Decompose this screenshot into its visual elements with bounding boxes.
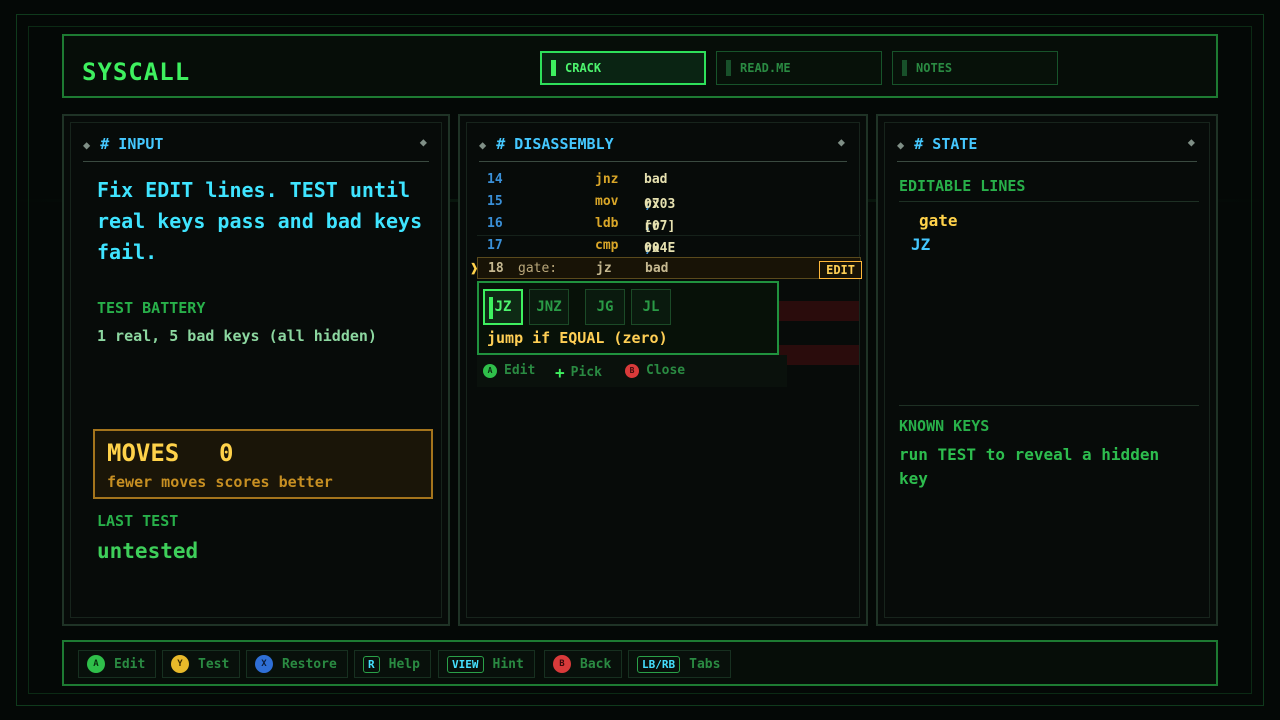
tab-indicator [551, 60, 556, 76]
tab-label: CRACK [565, 61, 602, 75]
plus-icon: + [555, 363, 565, 382]
opcode-description: jump if EQUAL (zero) [487, 329, 668, 347]
selection-bar [489, 297, 493, 319]
a-button-icon: A [87, 655, 105, 673]
line-number: 14 [487, 172, 503, 187]
diamond-icon: ◆ [897, 138, 905, 152]
x-button-icon: X [255, 655, 273, 673]
footer-test-button[interactable]: Y Test [162, 650, 241, 678]
footer-restore-button[interactable]: X Restore [246, 650, 348, 678]
code-line[interactable]: 15 mov r7, 0x03 [477, 191, 861, 213]
line-number: 15 [487, 194, 503, 209]
tab-crack[interactable]: CRACK [540, 51, 706, 85]
tab-label: READ.ME [740, 61, 791, 75]
state-panel-inner: ◆ # STATE ◆ EDITABLE LINES gate JZ KNOWN … [884, 122, 1210, 618]
tab-label: NOTES [916, 61, 953, 75]
tab-indicator [902, 60, 907, 76]
diamond-icon: ◆ [83, 138, 91, 152]
test-battery-text: 1 real, 5 bad keys (all hidden) [97, 327, 377, 345]
footer-back-button[interactable]: B Back [544, 650, 623, 678]
line-number: 18 [488, 261, 504, 276]
view-key-icon: VIEW [447, 655, 484, 673]
y-button-icon: Y [171, 655, 189, 673]
disassembly-panel: ◆ # DISASSEMBLY ◆ 14 jnz bad 15 mov r7, 0… [458, 114, 868, 626]
instructions-text: Fix EDIT lines. TEST until real keys pas… [97, 178, 423, 264]
footer-bar: A Edit Y Test X Restore R Help VIEW Hint B Bac… [62, 640, 1218, 686]
panel-divider [83, 161, 429, 162]
moves-box: MOVES 0 fewer moves scores better [93, 429, 433, 499]
hint-edit[interactable]: A Edit [483, 363, 535, 378]
opcode: ldb [595, 216, 619, 231]
hidden-line-marker [779, 301, 859, 321]
opcode-option-jl[interactable]: JL [631, 289, 671, 325]
input-panel-inner: ◆ # INPUT ◆ Fix EDIT lines. TEST until re… [70, 122, 442, 618]
picker-hints: A Edit + Pick B Close [477, 355, 787, 387]
hidden-line-marker [779, 345, 859, 365]
operand: bad [644, 172, 668, 187]
disassembly-panel-title: ◆ # DISASSEMBLY [479, 135, 614, 153]
section-divider [899, 201, 1199, 202]
opcode: jnz [595, 172, 619, 187]
tab-readme[interactable]: READ.ME [716, 51, 882, 85]
opcode: jz [596, 261, 612, 276]
state-panel-title: ◆ # STATE [897, 135, 978, 153]
input-panel: ◆ # INPUT ◆ Fix EDIT lines. TEST until re… [62, 114, 450, 626]
moves-label: MOVES [107, 439, 180, 467]
last-test-label: LAST TEST [97, 512, 179, 530]
a-button-icon: A [483, 363, 497, 378]
b-button-icon: B [553, 655, 571, 673]
tab-indicator [726, 60, 731, 76]
input-panel-title: ◆ # INPUT [83, 135, 164, 153]
panel-divider [897, 161, 1197, 162]
footer-edit-button[interactable]: A Edit [78, 650, 157, 678]
opcode-option-jg[interactable]: JG [585, 289, 625, 325]
known-keys-text: run TEST to reveal a hidden key [899, 445, 1160, 488]
opcode-option-jnz[interactable]: JNZ [529, 289, 569, 325]
cursor-icon: ❱ [470, 261, 479, 277]
opcode: cmp [595, 238, 619, 253]
app-title: SYSCALL [82, 58, 191, 86]
editable-lines-label: EDITABLE LINES [899, 177, 1026, 195]
section-divider [899, 405, 1199, 406]
hint-pick[interactable]: + Pick [555, 363, 602, 382]
opcode: mov [595, 194, 619, 209]
r-key-icon: R [363, 655, 380, 673]
known-keys-label: KNOWN KEYS [899, 417, 990, 435]
hint-close[interactable]: B Close [625, 363, 685, 378]
footer-hint-button[interactable]: VIEW Hint [438, 650, 535, 678]
state-panel: ◆ # STATE ◆ EDITABLE LINES gate JZ KNOWN … [876, 114, 1218, 626]
bumper-key-icon: LB/RB [637, 655, 681, 673]
footer-help-button[interactable]: R Help [354, 650, 431, 678]
opcode-picker: JZ JNZ JG JL jump if EQUAL (zero) [477, 281, 779, 355]
editable-line-opcode[interactable]: JZ [911, 235, 930, 254]
operand: bad [645, 261, 669, 276]
line-number: 17 [487, 238, 503, 253]
opcode-option-jz[interactable]: JZ [483, 289, 523, 325]
panel-divider [479, 161, 847, 162]
code-line[interactable]: 16 ldb r0, [r7] [477, 213, 861, 235]
edit-badge: EDIT [819, 261, 862, 279]
line-label: gate: [518, 261, 558, 276]
diamond-icon: ◆ [479, 138, 487, 152]
moves-value: 0 [219, 439, 234, 467]
editable-line-label[interactable]: gate [919, 211, 958, 230]
footer-tabs-button[interactable]: LB/RB Tabs [628, 650, 732, 678]
selected-code-line[interactable]: ❱ 18 gate: jz bad EDIT [470, 257, 862, 279]
header-bar: SYSCALL CRACK READ.ME NOTES [62, 34, 1218, 98]
diamond-icon: ◆ [1187, 135, 1195, 149]
code-line[interactable]: 14 jnz bad [477, 169, 861, 191]
diamond-icon: ◆ [419, 135, 427, 149]
line-number: 16 [487, 216, 503, 231]
moves-subtitle: fewer moves scores better [107, 473, 333, 491]
diamond-icon: ◆ [837, 135, 845, 149]
test-battery-label: TEST BATTERY [97, 299, 206, 317]
tab-notes[interactable]: NOTES [892, 51, 1058, 85]
last-test-value: untested [97, 539, 199, 563]
code-line[interactable]: 17 cmp r0, 0x4E [477, 235, 861, 257]
disassembly-panel-inner: ◆ # DISASSEMBLY ◆ 14 jnz bad 15 mov r7, 0… [466, 122, 862, 618]
b-button-icon: B [625, 363, 639, 378]
